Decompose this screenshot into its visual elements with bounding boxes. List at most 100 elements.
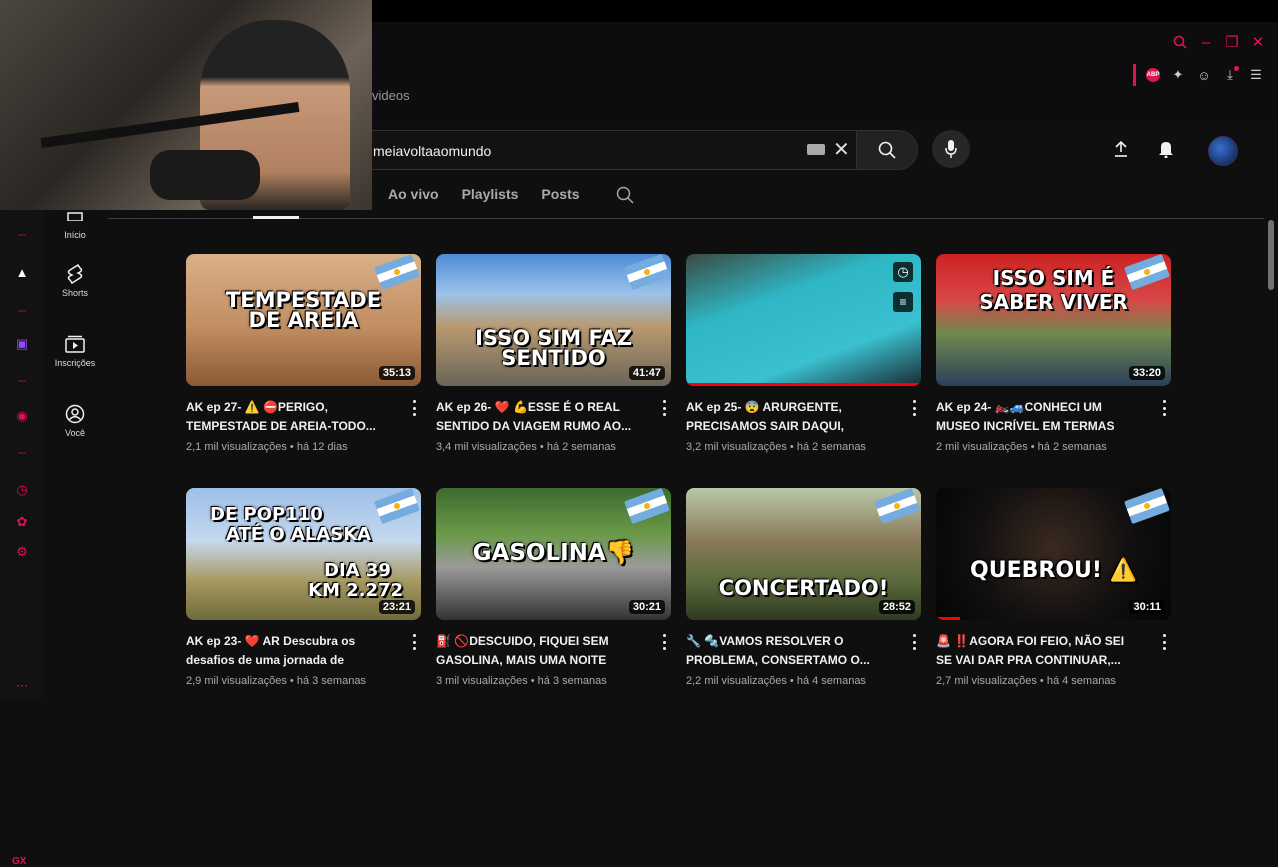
gx-label[interactable]: GX (12, 856, 26, 867)
video-card[interactable]: QUEBROU! ⚠️ 30:11 🚨 ‼️AGORA FOI FEIO, NÃ… (936, 488, 1171, 687)
thumb-text: CONCERTADO! (718, 576, 889, 600)
video-card[interactable]: ◷ ≡ AK ep 25- 😨 ARURGENTE, PRECISAMOS SA… (686, 254, 921, 453)
settings-icon[interactable]: ⚙ (14, 544, 30, 560)
duration-badge: 28:52 (878, 600, 915, 614)
bell-icon (1159, 142, 1173, 158)
video-thumbnail[interactable]: DE POP110 ATÉ O ALASKA DIA 39 KM 2.272 2… (186, 488, 421, 620)
video-card[interactable]: GASOLINA👎 30:21 ⛽ 🚫DESCUIDO, FIQUEI SEM … (436, 488, 671, 687)
browser-tab-title[interactable]: videos (372, 88, 410, 103)
more-options-icon[interactable] (909, 400, 919, 416)
video-thumbnail[interactable]: QUEBROU! ⚠️ 30:11 (936, 488, 1171, 620)
sidebar-divider (18, 234, 26, 236)
video-stats: 2,7 mil visualizações • há 4 semanas (936, 675, 1116, 687)
microphone-icon (945, 140, 957, 158)
video-card[interactable]: TEMPESTADE DE AREIA 35:13 AK ep 27- ⚠️ ⛔… (186, 254, 421, 453)
avatar[interactable] (1208, 136, 1238, 166)
more-options-icon[interactable] (1159, 400, 1169, 416)
video-title[interactable]: 🚨 ‼️AGORA FOI FEIO, NÃO SEI SE VAI DAR P… (936, 632, 1136, 670)
search-query: meiavoltaaomundo (373, 143, 492, 159)
video-stats: 2 mil visualizações • há 2 semanas (936, 441, 1107, 453)
menu-icon[interactable]: ☰ (1248, 67, 1264, 83)
search-icon (878, 141, 896, 159)
video-title[interactable]: ⛽ 🚫DESCUIDO, FIQUEI SEM GASOLINA, MAIS U… (436, 632, 636, 670)
watch-later-icon[interactable]: ◷ (893, 262, 913, 282)
download-icon[interactable]: ⤓ (1222, 66, 1239, 83)
maximize-icon[interactable]: ❐ (1224, 34, 1240, 51)
adblock-plus-icon[interactable]: ABP (1146, 68, 1160, 82)
video-thumbnail[interactable]: ISSO SIM É SABER VIVER 33:20 (936, 254, 1171, 386)
watched-progress-bar (686, 383, 921, 386)
notifications-button[interactable] (1155, 138, 1177, 160)
video-title[interactable]: 🔧 🔩VAMOS RESOLVER O PROBLEMA, CONSERTAMO… (686, 632, 886, 670)
video-stats: 2,2 mil visualizações • há 4 semanas (686, 675, 866, 687)
channel-search-button[interactable] (616, 186, 634, 209)
duration-badge: 41:47 (628, 366, 665, 380)
youtube-masthead: meiavoltaaomundo ✕ (370, 128, 1278, 172)
watched-progress-bar (936, 617, 960, 620)
close-window-icon[interactable]: ✕ (1250, 34, 1266, 51)
duration-badge: 33:20 (1128, 366, 1165, 380)
video-thumbnail[interactable]: ISSO SIM FAZ SENTIDO 41:47 (436, 254, 671, 386)
video-title[interactable]: AK ep 27- ⚠️ ⛔PERIGO, TEMPESTADE DE AREI… (186, 398, 386, 436)
argentina-flag (374, 254, 420, 291)
video-card[interactable]: ISSO SIM É SABER VIVER 33:20 AK ep 24- 🏍… (936, 254, 1171, 453)
add-to-queue-icon[interactable]: ≡ (893, 292, 913, 312)
video-title[interactable]: AK ep 23- ❤️ AR Descubra os desafios de … (186, 632, 386, 670)
more-options-icon[interactable] (409, 400, 419, 416)
more-options-icon[interactable] (659, 400, 669, 416)
video-title[interactable]: AK ep 26- ❤️ 💪ESSE É O REAL SENTIDO DA V… (436, 398, 636, 436)
webcam-overlay (0, 0, 372, 210)
video-title[interactable]: AK ep 24- 🏍️🚙CONHECI UM MUSEO INCRÍVEL E… (936, 398, 1136, 436)
video-thumbnail[interactable]: GASOLINA👎 30:21 (436, 488, 671, 620)
video-card[interactable]: DE POP110 ATÉ O ALASKA DIA 39 KM 2.272 2… (186, 488, 421, 687)
tab-live[interactable]: Ao vivo (388, 186, 439, 202)
profile-icon[interactable]: ☺ (1196, 67, 1212, 83)
aria-icon[interactable]: ▲ (14, 264, 30, 280)
more-options-icon[interactable] (409, 634, 419, 650)
browser-sidebar: ▲ ▣ ◉ ◷ ✿ ⚙ GX ⋯ (0, 210, 44, 867)
video-stats: 3,4 mil visualizações • há 2 semanas (436, 441, 616, 453)
nav-shorts[interactable]: Shorts (44, 264, 106, 298)
twitch-icon[interactable]: ▣ (14, 336, 30, 352)
nav-label: Você (64, 428, 86, 438)
player-icon[interactable]: ◉ (14, 408, 30, 424)
window-controls: – ❐ ✕ (1172, 34, 1266, 51)
history-icon[interactable]: ◷ (14, 482, 30, 498)
video-thumbnail[interactable]: CONCERTADO! 28:52 (686, 488, 921, 620)
sidebar-divider (18, 380, 26, 382)
create-button[interactable] (1110, 138, 1132, 160)
more-icon[interactable]: ⋯ (14, 678, 30, 694)
video-card[interactable]: ISSO SIM FAZ SENTIDO 41:47 AK ep 26- ❤️ … (436, 254, 671, 453)
keyboard-icon[interactable] (807, 144, 825, 155)
more-options-icon[interactable] (1159, 634, 1169, 650)
page-scrollbar[interactable] (1268, 220, 1274, 290)
extension-divider (1133, 64, 1136, 86)
minimize-icon[interactable]: – (1198, 34, 1214, 51)
video-thumbnail[interactable]: ◷ ≡ (686, 254, 921, 386)
extensions-icon[interactable]: ✿ (14, 514, 30, 530)
tab-playlists[interactable]: Playlists (462, 186, 519, 202)
browser-search-icon[interactable] (1172, 34, 1188, 50)
video-title[interactable]: AK ep 25- 😨 ARURGENTE, PRECISAMOS SAIR D… (686, 398, 886, 436)
microphone (150, 150, 260, 200)
video-thumbnail[interactable]: TEMPESTADE DE AREIA 35:13 (186, 254, 421, 386)
nav-label: Inscrições (54, 358, 96, 368)
more-options-icon[interactable] (909, 634, 919, 650)
tab-posts[interactable]: Posts (541, 186, 579, 202)
voice-search-button[interactable] (932, 130, 970, 168)
more-options-icon[interactable] (659, 634, 669, 650)
shorts-icon (65, 264, 85, 284)
search-button[interactable] (856, 130, 918, 170)
active-tab-indicator (253, 216, 299, 219)
account-icon (65, 404, 85, 424)
clear-search-icon[interactable]: ✕ (833, 137, 850, 162)
search-input[interactable]: meiavoltaaomundo ✕ (370, 130, 857, 170)
thumb-text: ISSO SIM É (992, 266, 1115, 290)
thumb-text: DIA 39 (324, 560, 391, 581)
nav-you[interactable]: Você (44, 404, 106, 438)
nav-subscriptions[interactable]: Inscrições (44, 334, 106, 368)
extensions-puzzle-icon[interactable]: ✦ (1170, 67, 1186, 83)
video-stats: 2,1 mil visualizações • há 12 dias (186, 441, 348, 453)
nav-home[interactable]: Início (44, 206, 106, 240)
video-card[interactable]: CONCERTADO! 28:52 🔧 🔩VAMOS RESOLVER O PR… (686, 488, 921, 687)
